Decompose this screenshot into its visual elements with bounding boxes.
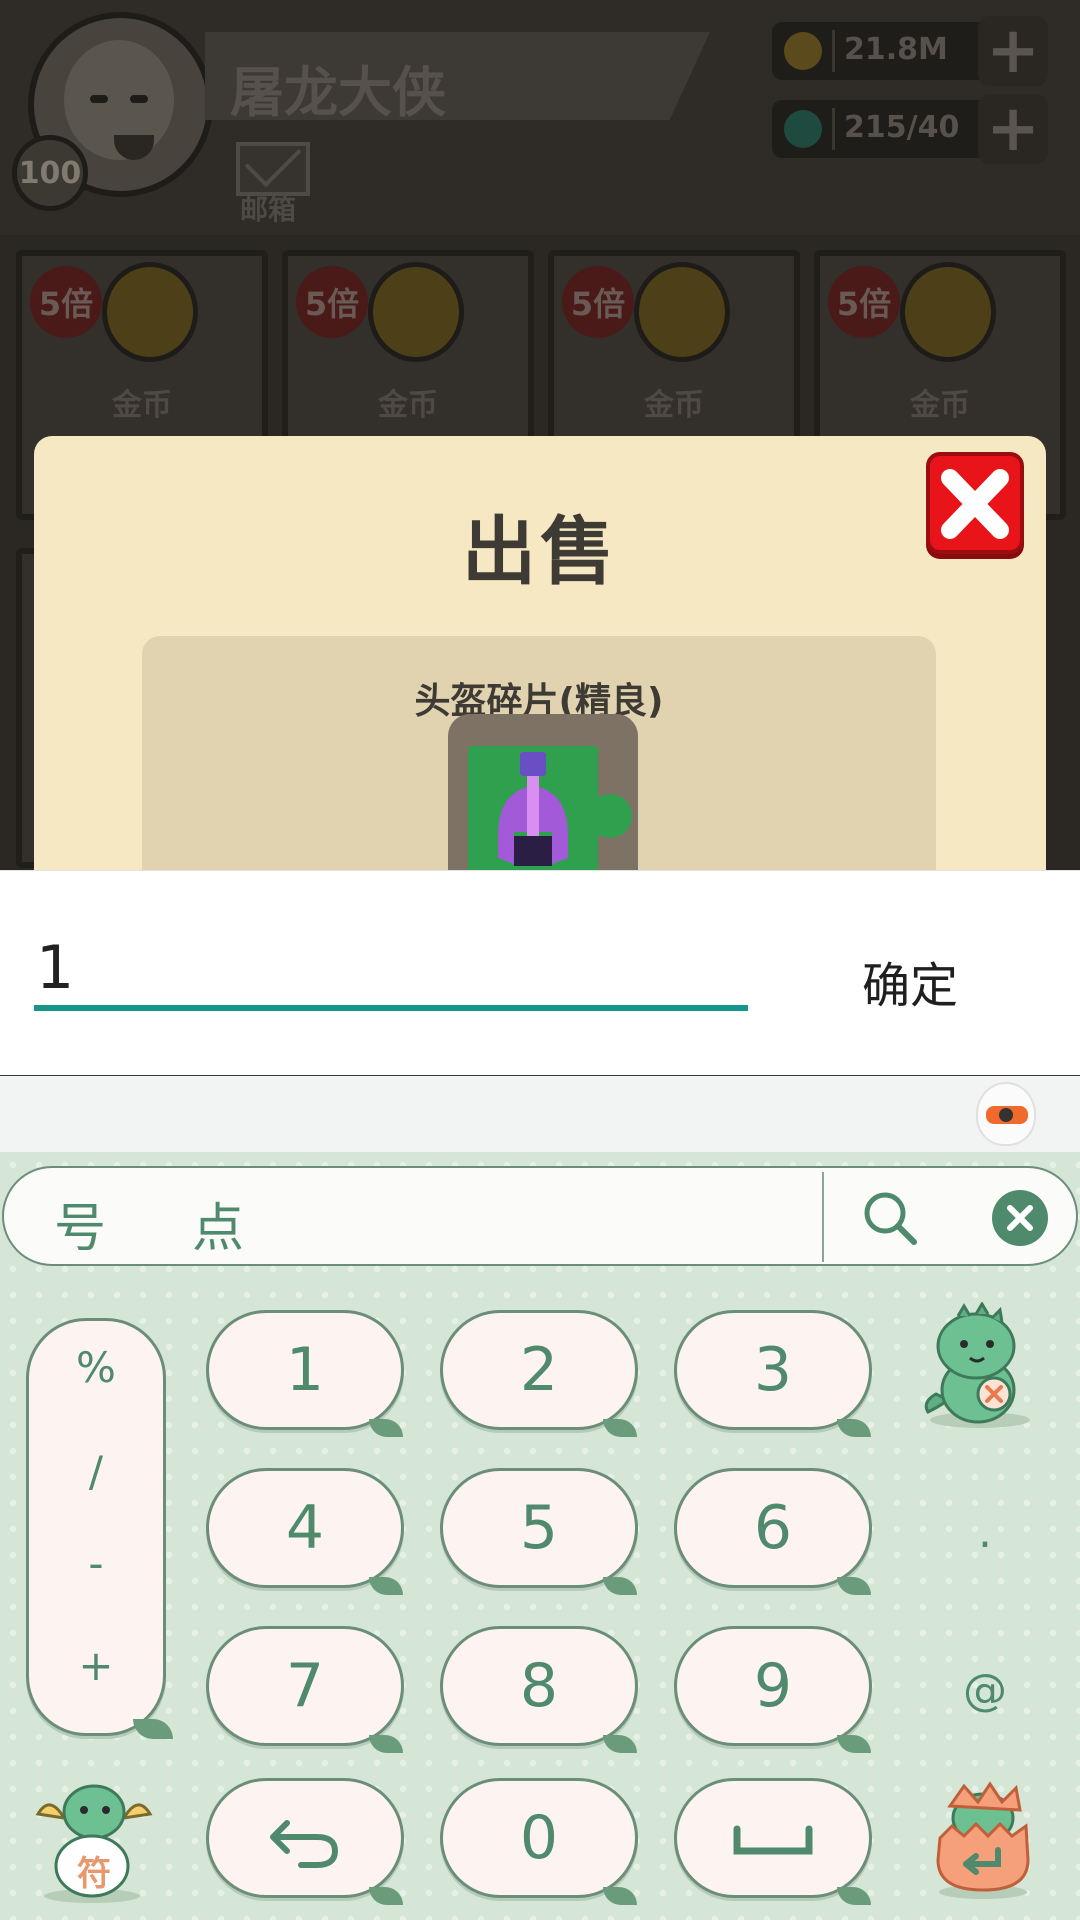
gold-coin-icon xyxy=(784,32,822,70)
leaf-icon xyxy=(133,1719,173,1739)
leaf-icon xyxy=(603,1735,637,1753)
symbol-switch-key[interactable]: 符 xyxy=(30,1774,160,1904)
close-button[interactable] xyxy=(926,452,1024,554)
return-arrow-icon xyxy=(270,1820,339,1868)
player-header: 100 屠龙大侠 邮箱 21.8M + 215/40 + xyxy=(0,0,1080,235)
ime-toolbar xyxy=(0,1076,1080,1152)
enter-dino-icon[interactable] xyxy=(928,1780,1038,1900)
leaf-icon xyxy=(603,1577,637,1595)
gem-amount: 215/40 xyxy=(844,110,960,145)
sell-dialog: 出售 头盔碎片(精良) xyxy=(34,436,1046,896)
candidate-word[interactable]: 点 xyxy=(192,1186,244,1261)
leaf-icon xyxy=(837,1577,871,1595)
clear-button[interactable] xyxy=(992,1190,1048,1246)
leaf-icon xyxy=(369,1887,403,1905)
key-7[interactable]: 7 xyxy=(206,1626,404,1753)
avatar-eye xyxy=(90,95,108,103)
leaf-icon xyxy=(837,1887,871,1905)
gold-coin-icon xyxy=(102,262,198,362)
player-name: 屠龙大侠 xyxy=(230,61,446,124)
leaf-icon xyxy=(603,1887,637,1905)
dot-key[interactable]: . xyxy=(920,1478,1050,1588)
symbol-key-plus[interactable]: + xyxy=(29,1641,163,1690)
leaf-icon xyxy=(603,1419,637,1437)
shop-card-label: 金币 xyxy=(644,388,704,423)
close-icon xyxy=(1007,1205,1033,1231)
avatar-mouth xyxy=(114,135,154,160)
gem-icon xyxy=(784,110,822,148)
confirm-button[interactable]: 确定 xyxy=(840,946,980,1016)
multiplier-badge: 5倍 xyxy=(562,266,634,338)
key-1[interactable]: 1 xyxy=(206,1310,404,1437)
avatar-face xyxy=(64,40,174,160)
leaf-icon xyxy=(369,1419,403,1437)
gold-coin-icon xyxy=(634,262,730,362)
leaf-icon xyxy=(837,1419,871,1437)
shop-card-label: 金币 xyxy=(910,388,970,423)
key-2[interactable]: 2 xyxy=(440,1310,638,1437)
gold-coin-icon xyxy=(900,262,996,362)
candidate-word[interactable]: 号 xyxy=(54,1186,106,1261)
space-bar-icon xyxy=(733,1825,813,1855)
item-panel: 头盔碎片(精良) xyxy=(142,636,936,896)
symbol-column: % / - + xyxy=(26,1318,173,1739)
multiplier-badge: 5倍 xyxy=(296,266,368,338)
gold-amount: 21.8M xyxy=(844,32,948,67)
leaf-icon xyxy=(837,1735,871,1753)
gold-coin-icon xyxy=(368,262,464,362)
gem-counter: 215/40 + xyxy=(772,94,1048,164)
space-key[interactable] xyxy=(674,1778,872,1905)
shop-card-label: 金币 xyxy=(112,388,172,423)
avatar-eye xyxy=(130,95,148,103)
leaf-icon xyxy=(369,1577,403,1595)
symbol-key-slash[interactable]: / xyxy=(29,1447,163,1496)
gold-counter: 21.8M + xyxy=(772,16,1048,86)
add-gold-button[interactable]: + xyxy=(978,16,1048,86)
key-0[interactable]: 0 xyxy=(440,1778,638,1905)
key-4[interactable]: 4 xyxy=(206,1468,404,1595)
symbol-key-percent[interactable]: % xyxy=(29,1343,163,1392)
numeric-keyboard: 号 点 % / - + 1 2 3 4 5 6 7 8 9 0 . @ 符 xyxy=(0,1152,1080,1920)
delete-dino-icon[interactable] xyxy=(918,1302,1040,1432)
ime-mascot-icon[interactable] xyxy=(976,1082,1036,1146)
key-6[interactable]: 6 xyxy=(674,1468,872,1595)
key-5[interactable]: 5 xyxy=(440,1468,638,1595)
item-slot xyxy=(448,714,638,896)
symbol-key-label: 符 xyxy=(77,1854,111,1894)
key-9[interactable]: 9 xyxy=(674,1626,872,1753)
multiplier-badge: 5倍 xyxy=(828,266,900,338)
candidate-bar: 号 点 xyxy=(2,1166,1078,1266)
dialog-title: 出售 xyxy=(462,509,618,595)
at-key[interactable]: @ xyxy=(920,1636,1050,1746)
back-key[interactable] xyxy=(206,1778,404,1905)
number-input-bar: 确定 xyxy=(0,870,1080,1075)
level-badge: 100 xyxy=(12,135,88,211)
add-gem-button[interactable]: + xyxy=(978,94,1048,164)
leaf-icon xyxy=(369,1735,403,1753)
key-8[interactable]: 8 xyxy=(440,1626,638,1753)
key-3[interactable]: 3 xyxy=(674,1310,872,1437)
shop-card-label: 金币 xyxy=(378,388,438,423)
close-icon xyxy=(941,469,1009,539)
multiplier-badge: 5倍 xyxy=(30,266,102,338)
quantity-input[interactable] xyxy=(34,931,748,1011)
search-icon[interactable] xyxy=(858,1186,922,1250)
symbol-key-minus[interactable]: - xyxy=(29,1539,163,1588)
mail-label[interactable]: 邮箱 xyxy=(240,188,296,228)
